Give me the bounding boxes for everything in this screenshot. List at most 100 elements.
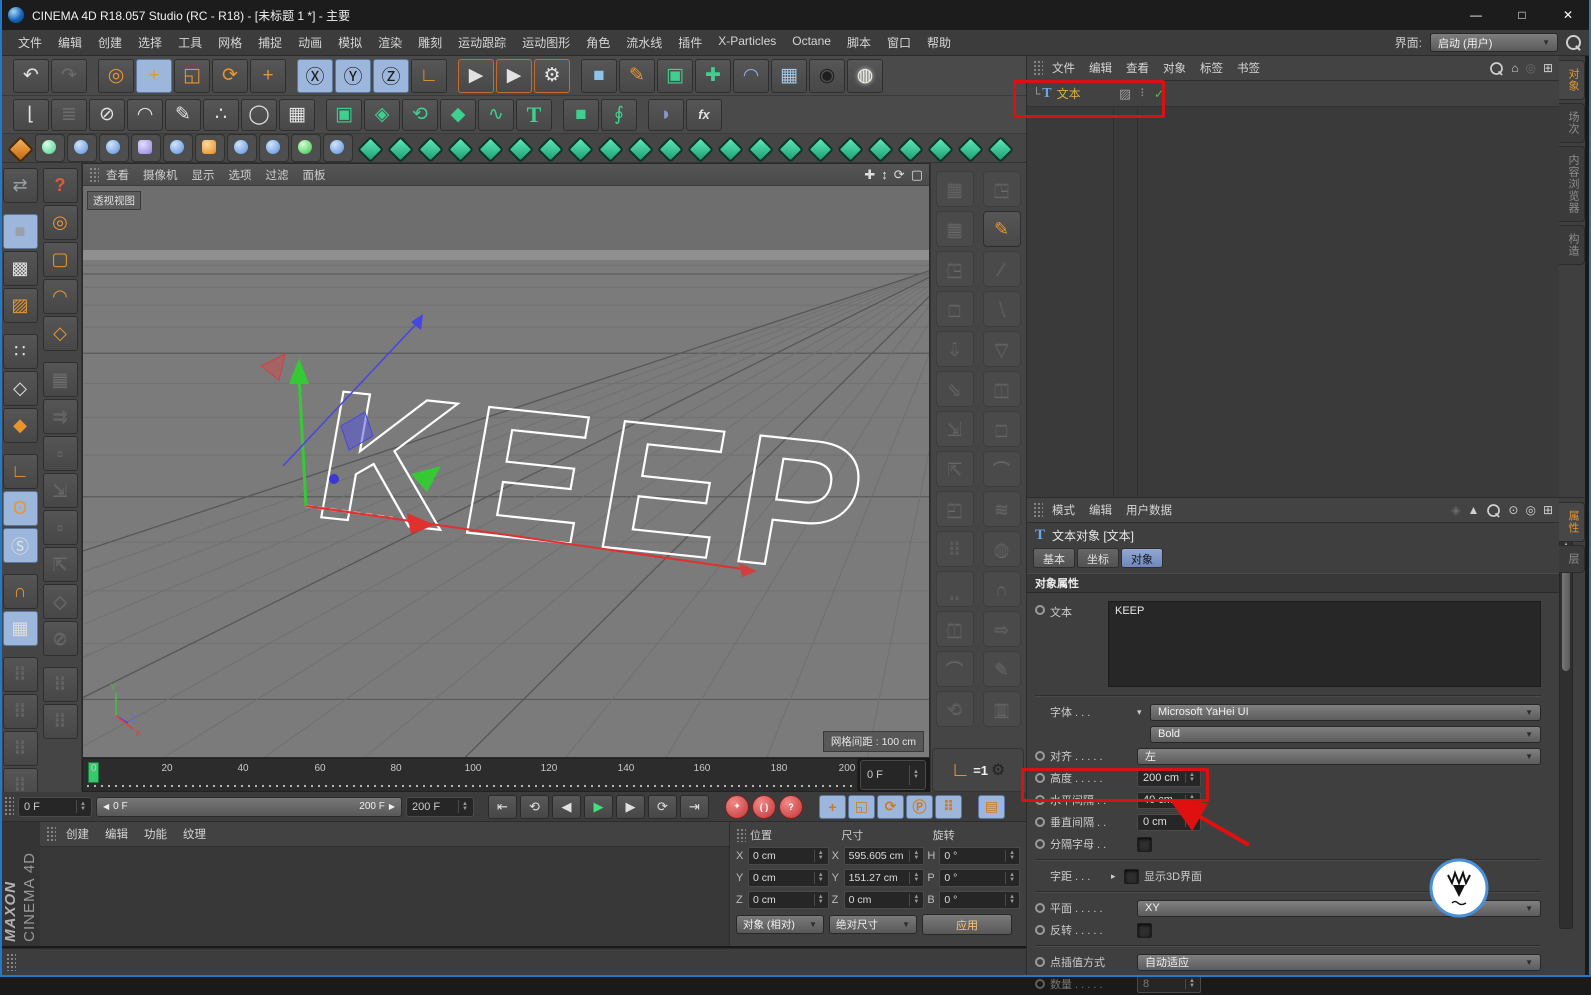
- xp-tool-icon-9[interactable]: [291, 134, 321, 162]
- timeline-ruler[interactable]: 020406080100120140160180200: [82, 758, 858, 792]
- coordinate-mode-dropdown[interactable]: 对象 (相对)▼: [736, 915, 824, 934]
- texture-mode-icon[interactable]: ▩: [3, 251, 38, 286]
- stitch-icon[interactable]: ≋: [983, 491, 1021, 527]
- camera-icon[interactable]: ◉: [809, 59, 845, 93]
- col-spacer[interactable]: [0, 445, 40, 452]
- scrollbar[interactable]: ▲: [1559, 537, 1573, 929]
- smooth-shift-icon[interactable]: ◳: [936, 251, 974, 287]
- xp-emitter-icon-3[interactable]: [414, 134, 444, 162]
- viewport-menu-item[interactable]: 过滤: [259, 167, 296, 183]
- menu-item[interactable]: 动画: [290, 34, 330, 51]
- position-field[interactable]: 0 cm▲▼: [748, 891, 829, 909]
- pan-view-icon[interactable]: ✚: [864, 167, 875, 183]
- palette-grid-icon[interactable]: ⠿: [3, 657, 38, 692]
- panel-grip[interactable]: [1033, 60, 1043, 77]
- toolbar-separator[interactable]: [554, 99, 561, 131]
- stack-icon[interactable]: ◫: [983, 371, 1021, 407]
- spinner-arrows[interactable]: ▲▼: [1005, 894, 1015, 905]
- keyframe-ring[interactable]: [1035, 925, 1045, 935]
- spline-points-icon[interactable]: ∴: [203, 99, 239, 131]
- brush-tool-icon[interactable]: ✎: [983, 651, 1021, 687]
- xp-emitter-icon-12[interactable]: [684, 134, 714, 162]
- attribute-menu-item[interactable]: 用户数据: [1119, 502, 1179, 518]
- palette-grid-icon[interactable]: ⠿: [3, 694, 38, 729]
- arc-tool-icon[interactable]: ⌒: [936, 651, 974, 687]
- next-key-icon[interactable]: ⟳: [648, 795, 677, 819]
- record-rotation-icon[interactable]: ⟳: [877, 795, 904, 819]
- help-icon[interactable]: ?: [43, 168, 78, 203]
- home-icon[interactable]: ⌂: [1511, 61, 1518, 75]
- polygon-select-icon[interactable]: ◇: [43, 316, 78, 351]
- toolbar-separator[interactable]: [639, 99, 646, 131]
- menu-item[interactable]: 工具: [170, 34, 210, 51]
- spinner-arrows[interactable]: ▲▼: [909, 894, 919, 905]
- rectangle-select-icon[interactable]: ▢: [43, 242, 78, 277]
- spline-smooth-icon[interactable]: ✎: [165, 99, 201, 131]
- bridge-icon[interactable]: ◻: [983, 411, 1021, 447]
- maximize-view-icon[interactable]: ▢: [911, 167, 923, 183]
- viewport-menu-item[interactable]: 显示: [185, 167, 222, 183]
- undo-icon[interactable]: ↶: [13, 59, 49, 93]
- size-field[interactable]: 0 cm▲▼: [844, 891, 925, 909]
- keyframe-ring[interactable]: [1035, 957, 1045, 967]
- poly-pen-icon[interactable]: ✎: [983, 211, 1021, 247]
- lock-icon[interactable]: ⊙: [1508, 503, 1518, 517]
- xp-emitter-icon-22[interactable]: [984, 134, 1014, 162]
- col-spacer[interactable]: [0, 648, 40, 655]
- plane-cut-icon[interactable]: ∖: [983, 291, 1021, 327]
- lock-y-axis-icon[interactable]: Ⓨ: [335, 59, 371, 93]
- record-keyframe-icon[interactable]: ✦: [725, 795, 749, 819]
- view-label[interactable]: 透视视图: [87, 191, 141, 210]
- xp-emitter-icon-14[interactable]: [744, 134, 774, 162]
- close-button[interactable]: ✕: [1545, 0, 1591, 30]
- simple-mode-icon[interactable]: Ⓢ: [3, 528, 38, 563]
- render-region-icon[interactable]: ▶: [496, 59, 532, 93]
- grid-points-icon[interactable]: ▦: [279, 99, 315, 131]
- range-left-arrow[interactable]: ◀: [103, 802, 109, 811]
- menu-item[interactable]: 模拟: [330, 34, 370, 51]
- live-select-icon[interactable]: ◎: [43, 205, 78, 240]
- remesh-icon[interactable]: ⟲: [402, 99, 438, 131]
- maximize-button[interactable]: □: [1499, 0, 1545, 30]
- xp-tool-icon-10[interactable]: [323, 134, 353, 162]
- xp-emitter-icon-5[interactable]: [474, 134, 504, 162]
- size-mode-dropdown[interactable]: 绝对尺寸▼: [829, 915, 917, 934]
- viewport-tweak-icon[interactable]: ʘ: [3, 491, 38, 526]
- xp-emitter-icon-17[interactable]: [834, 134, 864, 162]
- object-tree[interactable]: └ T 文本 ▨ ⠇ ✓: [1027, 81, 1559, 498]
- sweep-swirl-icon[interactable]: ∮: [601, 99, 637, 131]
- palette-grid-icon[interactable]: ⠿: [3, 731, 38, 766]
- range-start-field[interactable]: 0 F ▲▼: [18, 797, 92, 817]
- spinner-arrows[interactable]: ▲▼: [1005, 850, 1015, 861]
- current-frame-field[interactable]: 0 F ▲▼: [860, 760, 926, 790]
- spinner-arrows[interactable]: ▲▼: [1185, 817, 1195, 828]
- rotation-field[interactable]: 0 °▲▼: [939, 869, 1020, 887]
- viewport-menu-item[interactable]: 查看: [99, 167, 136, 183]
- cube-tool-icon[interactable]: ◇: [43, 584, 78, 619]
- minimize-button[interactable]: —: [1453, 0, 1499, 30]
- side-tab[interactable]: 内容浏览器: [1559, 146, 1585, 222]
- weight-icon[interactable]: ◍: [983, 531, 1021, 567]
- col-spacer[interactable]: [0, 205, 40, 212]
- material-menu-item[interactable]: 功能: [136, 826, 175, 842]
- convert-axis-icon[interactable]: ⇄: [3, 168, 38, 203]
- polygons-mode-icon[interactable]: ◆: [3, 408, 38, 443]
- transfer-tool-icon[interactable]: ▤: [43, 362, 78, 397]
- side-tab[interactable]: 属性: [1559, 502, 1585, 542]
- disable-points-icon[interactable]: ⊘: [89, 99, 125, 131]
- toolbar-separator[interactable]: [317, 99, 324, 131]
- arch-icon[interactable]: ⌒: [983, 451, 1021, 487]
- menu-item[interactable]: 流水线: [618, 34, 670, 51]
- font-style-dropdown[interactable]: Bold▼: [1150, 726, 1541, 743]
- retriangulate-icon[interactable]: ⟲: [936, 691, 974, 727]
- spinner-arrows[interactable]: ▲▼: [1185, 773, 1195, 784]
- rotation-field[interactable]: 0 °▲▼: [939, 891, 1020, 909]
- size-field[interactable]: 151.27 cm▲▼: [844, 869, 925, 887]
- axis-mode-icon[interactable]: ∟: [3, 454, 38, 489]
- menu-item[interactable]: 运动跟踪: [450, 34, 514, 51]
- deformers-icon[interactable]: ✚: [695, 59, 731, 93]
- side-tab[interactable]: 构造: [1559, 225, 1585, 265]
- spinner-arrows[interactable]: ▲▼: [76, 800, 86, 813]
- weld-icon[interactable]: ⇱: [936, 451, 974, 487]
- height-field[interactable]: 200 cm▲▼: [1137, 770, 1201, 787]
